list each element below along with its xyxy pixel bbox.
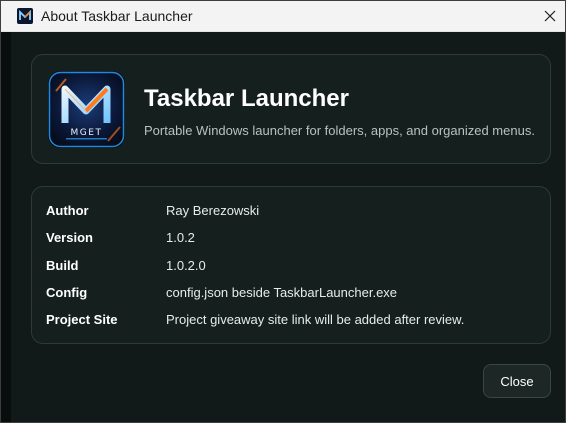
info-row-author: Author Ray Berezowski: [32, 203, 550, 223]
info-row-config: Config config.json beside TaskbarLaunche…: [32, 285, 550, 305]
info-value: config.json beside TaskbarLauncher.exe: [166, 285, 398, 300]
mget-logo-icon: MGET: [48, 71, 125, 148]
info-value: Project giveaway site link will be added…: [166, 312, 465, 327]
info-label: Version: [46, 230, 93, 245]
info-row-build: Build 1.0.2.0: [32, 258, 550, 278]
close-button[interactable]: Close: [483, 364, 551, 398]
info-row-version: Version 1.0.2: [32, 230, 550, 250]
app-subtitle: Portable Windows launcher for folders, a…: [144, 123, 535, 138]
app-title: Taskbar Launcher: [144, 85, 349, 112]
window-close-button[interactable]: [535, 1, 565, 31]
info-label: Config: [46, 285, 88, 300]
close-icon: [544, 10, 556, 22]
title-bar: About Taskbar Launcher: [1, 1, 565, 32]
info-value: Ray Berezowski: [166, 203, 260, 218]
app-logo-icon: [17, 8, 33, 24]
info-label: Project Site: [46, 312, 118, 327]
about-dialog: About Taskbar Launcher MGET Taskbar Laun…: [0, 0, 566, 423]
info-value: 1.0.2.0: [166, 258, 206, 273]
left-edge: [1, 32, 11, 422]
info-label: Build: [46, 258, 79, 273]
info-label: Author: [46, 203, 89, 218]
dialog-content: MGET Taskbar Launcher Portable Windows l…: [11, 32, 565, 422]
logo-text: MGET: [71, 128, 103, 138]
window-title: About Taskbar Launcher: [41, 8, 193, 24]
app-header-card: MGET Taskbar Launcher Portable Windows l…: [31, 54, 551, 164]
info-value: 1.0.2: [166, 230, 195, 245]
app-info-card: Author Ray Berezowski Version 1.0.2 Buil…: [31, 186, 551, 344]
info-row-project-site: Project Site Project giveaway site link …: [32, 312, 550, 332]
